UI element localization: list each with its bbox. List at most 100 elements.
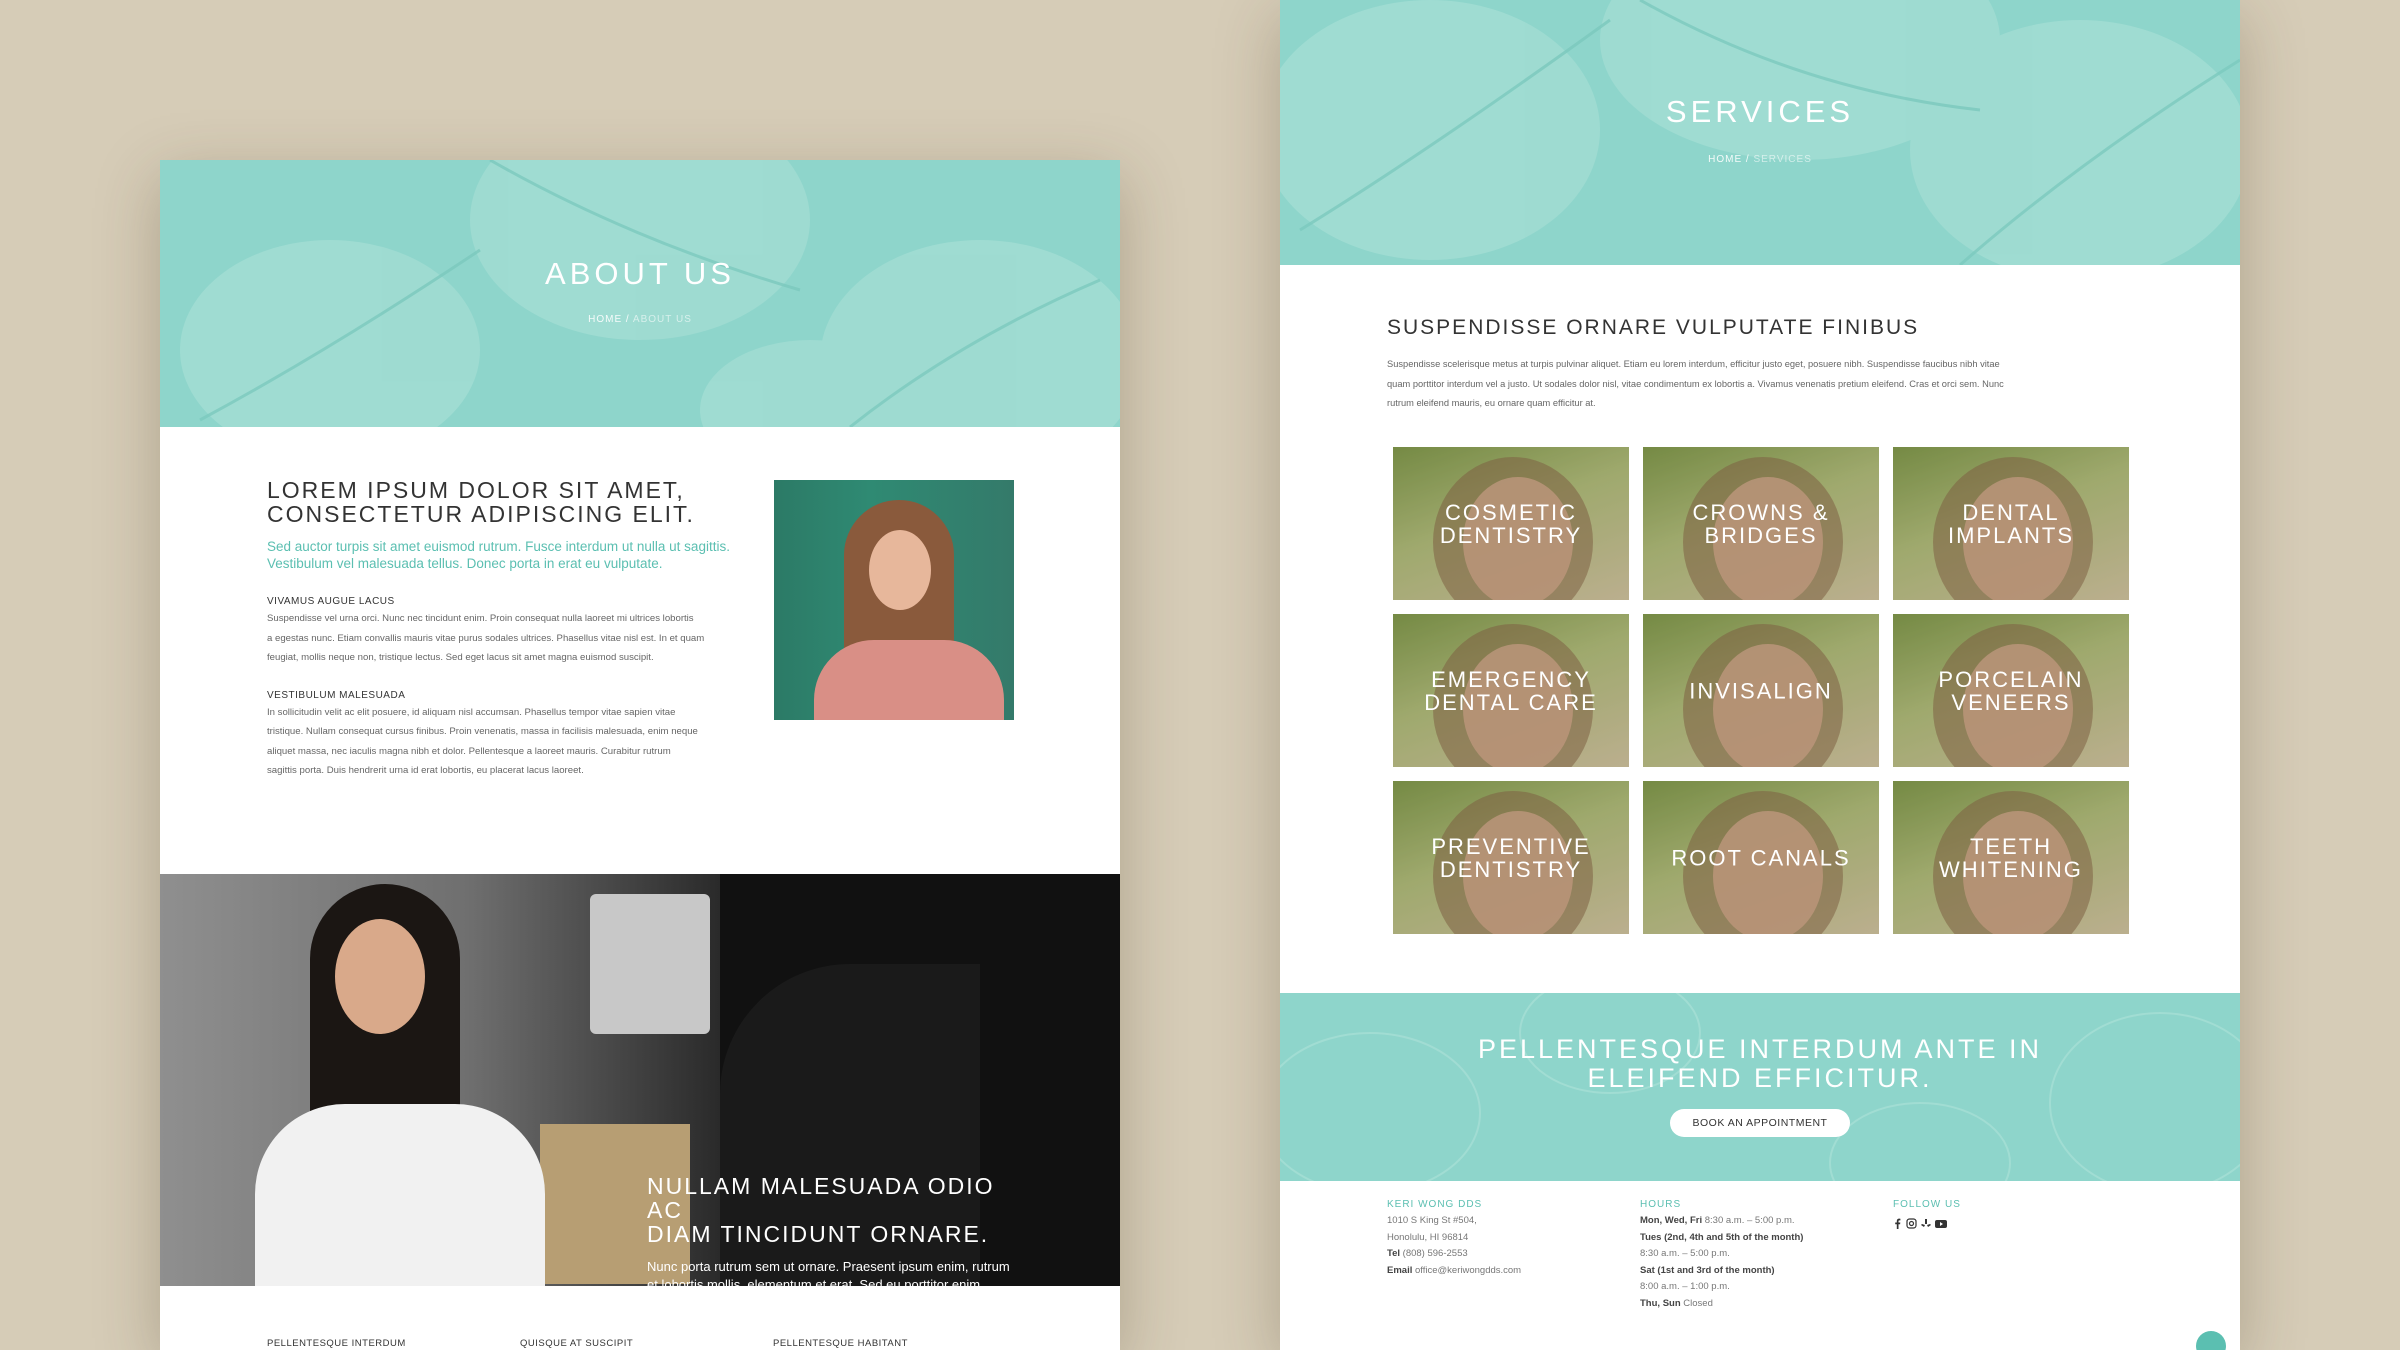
- label-line: EMERGENCY: [1431, 666, 1591, 692]
- about-hero: ABOUT US HOME / ABOUT US: [160, 160, 1120, 427]
- paragraph-line: tristique. Nullam consequat cursus finib…: [267, 726, 698, 737]
- about-page-mockup: ABOUT US HOME / ABOUT US LOREM IPSUM DOL…: [160, 160, 1120, 1350]
- youtube-icon[interactable]: [1935, 1218, 1947, 1229]
- label-line: CROWNS &: [1692, 499, 1830, 525]
- paragraph-line: a egestas nunc. Etiam convallis mauris v…: [267, 632, 705, 644]
- service-tile-label: INVISALIGN: [1643, 679, 1879, 702]
- service-tile-label: TEETH WHITENING: [1893, 835, 2129, 881]
- paragraph-line: In sollicitudin velit ac elit posuere, i…: [267, 706, 676, 718]
- about-paragraph-2: In sollicitudin velit ac elit posuere, i…: [267, 703, 762, 781]
- paragraph-line: sagittis porta. Duis hendrerit urna id e…: [267, 765, 584, 776]
- about-intro-section: LOREM IPSUM DOLOR SIT AMET, CONSECTETUR …: [267, 478, 762, 781]
- address-line-2: Honolulu, HI 96814: [1387, 1231, 1469, 1243]
- footer-practice-name: KERI WONG DDS: [1387, 1199, 1483, 1210]
- breadcrumb-home-link[interactable]: HOME: [588, 314, 622, 325]
- service-tile-porcelain-veneers[interactable]: PORCELAIN VENEERS: [1893, 614, 2129, 767]
- footer-follow-title: FOLLOW US: [1893, 1199, 1961, 1210]
- label-line: DENTISTRY: [1439, 522, 1583, 548]
- about-paragraph-1: Suspendisse vel urna orci. Nunc nec tinc…: [267, 609, 762, 668]
- footer-hours-title: HOURS: [1640, 1199, 1682, 1210]
- service-tile-dental-implants[interactable]: DENTAL IMPLANTS: [1893, 447, 2129, 600]
- services-hero: SERVICES HOME / SERVICES: [1280, 0, 2240, 265]
- service-tile-preventive-dentistry[interactable]: PREVENTIVE DENTISTRY: [1393, 781, 1629, 934]
- service-tile-label: DENTAL IMPLANTS: [1893, 501, 2129, 547]
- services-heading: SUSPENDISSE ORNARE VULPUTATE FINIBUS: [1387, 316, 1920, 339]
- about-hero-title: ABOUT US: [545, 256, 735, 291]
- services-grid: COSMETIC DENTISTRY CROWNS & BRIDGES DENTAL…: [1393, 447, 2130, 934]
- label-line: DENTISTRY: [1439, 856, 1583, 882]
- label-line: VENEERS: [1951, 689, 2071, 715]
- service-tile-root-canals[interactable]: ROOT CANALS: [1643, 781, 1879, 934]
- label-line: WHITENING: [1939, 856, 2083, 882]
- footer-column-title: PELLENTESQUE INTERDUM: [267, 1338, 406, 1349]
- cta-heading-line1: PELLENTESQUE INTERDUM ANTE IN: [1477, 1034, 2043, 1064]
- staff-portrait-photo: [774, 480, 1014, 720]
- monstera-leaf-background: [1280, 0, 2240, 265]
- service-tile-teeth-whitening[interactable]: TEETH WHITENING: [1893, 781, 2129, 934]
- paragraph-line: rutrum eleifend mauris, eu ornare quam e…: [1387, 398, 1596, 408]
- service-tile-cosmetic-dentistry[interactable]: COSMETIC DENTISTRY: [1393, 447, 1629, 600]
- feature-text-block: NULLAM MALESUADA ODIO AC DIAM TINCIDUNT …: [647, 1174, 1017, 1286]
- service-tile-label: EMERGENCY DENTAL CARE: [1393, 668, 1629, 714]
- hours-time: 8:30 a.m. – 5:00 p.m.: [1640, 1248, 1730, 1259]
- paragraph-line: Suspendisse scelerisque metus at turpis …: [1387, 359, 2000, 369]
- label-line: ROOT CANALS: [1671, 845, 1851, 870]
- service-tile-label: COSMETIC DENTISTRY: [1393, 501, 1629, 547]
- about-subheading-1: VIVAMUS AUGUE LACUS: [267, 596, 395, 607]
- about-heading-line2: CONSECTETUR ADIPISCING ELIT.: [267, 501, 695, 527]
- breadcrumb: HOME / ABOUT US: [160, 314, 1120, 325]
- feature-heading-line2: DIAM TINCIDUNT ORNARE.: [647, 1221, 990, 1247]
- yelp-icon[interactable]: [1921, 1218, 1931, 1229]
- paragraph-line: Suspendisse vel urna orci. Nunc nec tinc…: [267, 613, 694, 624]
- dentist-feature-band: NULLAM MALESUADA ODIO AC DIAM TINCIDUNT …: [160, 874, 1120, 1286]
- label-line: TEETH: [1969, 833, 2053, 859]
- label-line: BRIDGES: [1704, 522, 1818, 548]
- paragraph-line: aliquet massa, nec iaculis magna nibh et…: [267, 745, 671, 757]
- about-subheading-2: VESTIBULUM MALESUADA: [267, 689, 406, 701]
- dentist-white-coat: [255, 1104, 545, 1286]
- scroll-to-top-button[interactable]: [2196, 1331, 2226, 1350]
- feature-heading-line1: NULLAM MALESUADA ODIO AC: [647, 1173, 995, 1223]
- about-lead-text: Sed auctor turpis sit amet euismod rutru…: [267, 539, 730, 571]
- phone-link[interactable]: (808) 596-2553: [1403, 1248, 1468, 1259]
- hours-time: Closed: [1683, 1297, 1713, 1309]
- dentist-face: [335, 919, 425, 1034]
- services-hero-title: SERVICES: [1665, 94, 1855, 129]
- footer-hours: Mon, Wed, Fri 8:30 a.m. – 5:00 p.m. Tues…: [1640, 1213, 1803, 1312]
- monstera-leaf-background: [180, 160, 1120, 427]
- tel-label: Tel: [1387, 1248, 1401, 1259]
- service-tile-label: ROOT CANALS: [1643, 846, 1879, 869]
- breadcrumb-separator: /: [1745, 154, 1750, 165]
- feature-heading: NULLAM MALESUADA ODIO AC DIAM TINCIDUNT …: [647, 1174, 1017, 1246]
- cta-heading: PELLENTESQUE INTERDUM ANTE IN ELEIFEND E…: [1280, 1035, 2240, 1093]
- hours-days: Tues (2nd, 4th and 5th of the month): [1640, 1231, 1804, 1243]
- services-page-mockup: SERVICES HOME / SERVICES SUSPENDISSE ORN…: [1280, 0, 2240, 1350]
- label-line: IMPLANTS: [1947, 522, 2075, 548]
- dental-equipment: [590, 894, 710, 1034]
- hours-time: 8:00 a.m. – 1:00 p.m.: [1640, 1281, 1730, 1292]
- footer-column-title: PELLENTESQUE HABITANT: [773, 1338, 908, 1349]
- breadcrumb-home-link[interactable]: HOME: [1708, 154, 1742, 165]
- email-link[interactable]: office@keriwongdds.com: [1415, 1265, 1521, 1276]
- paragraph-line: feugiat, mollis neque non, tristique lec…: [267, 652, 654, 663]
- book-appointment-button[interactable]: BOOK AN APPOINTMENT: [1670, 1109, 1850, 1137]
- paragraph-line: quam porttitor interdum vel a justo. Ut …: [1387, 378, 2004, 389]
- service-tile-label: PREVENTIVE DENTISTRY: [1393, 835, 1629, 881]
- portrait-body: [814, 640, 1004, 720]
- portrait-face: [869, 530, 931, 610]
- label-line: PORCELAIN: [1938, 666, 2084, 692]
- breadcrumb-separator: /: [625, 314, 630, 325]
- label-line: PREVENTIVE: [1431, 833, 1591, 859]
- hours-time: 8:30 a.m. – 5:00 p.m.: [1704, 1215, 1795, 1226]
- facebook-icon[interactable]: [1893, 1218, 1902, 1229]
- email-label: Email: [1387, 1264, 1413, 1276]
- service-tile-label: CROWNS & BRIDGES: [1643, 501, 1879, 547]
- label-line: COSMETIC: [1444, 499, 1578, 525]
- service-tile-emergency-dental-care[interactable]: EMERGENCY DENTAL CARE: [1393, 614, 1629, 767]
- service-tile-invisalign[interactable]: INVISALIGN: [1643, 614, 1879, 767]
- about-heading: LOREM IPSUM DOLOR SIT AMET, CONSECTETUR …: [267, 478, 762, 526]
- instagram-icon[interactable]: [1906, 1218, 1917, 1229]
- cta-heading-line2: ELEIFEND EFFICITUR.: [1587, 1063, 1933, 1093]
- service-tile-crowns-bridges[interactable]: CROWNS & BRIDGES: [1643, 447, 1879, 600]
- address-line-1: 1010 S King St #504,: [1387, 1215, 1477, 1226]
